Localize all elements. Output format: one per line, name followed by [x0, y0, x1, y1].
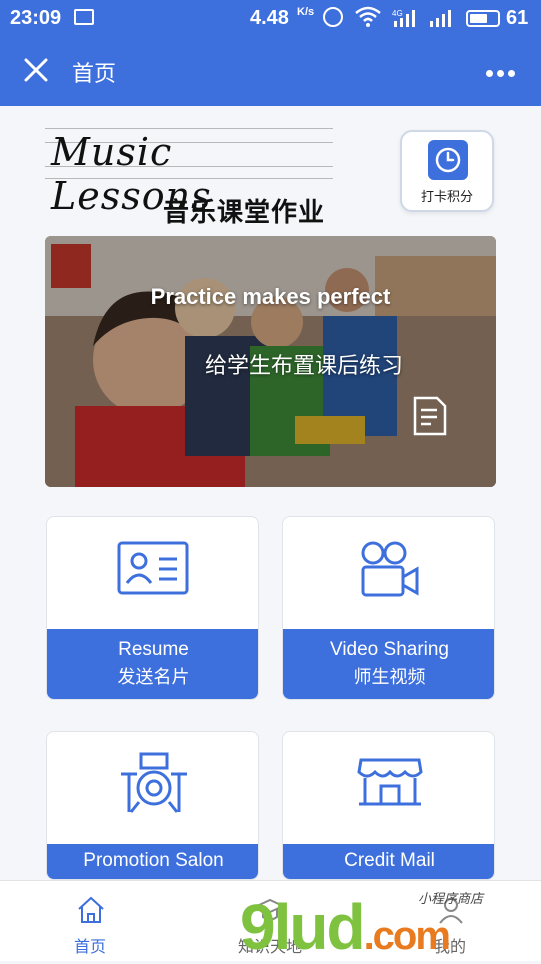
video-sharing-card[interactable]: Video Sharing 师生视频: [282, 516, 495, 700]
tab-home-label: 首页: [73, 937, 106, 956]
hero-banner[interactable]: Practice makes perfect 给学生布置课后练习: [45, 236, 496, 487]
battery-icon: [466, 10, 500, 27]
nav-bar: 首页: [0, 36, 541, 106]
banner-headline: Practice makes perfect: [150, 284, 391, 309]
video-sharing-card-label: Video Sharing 师生视频: [283, 629, 494, 699]
signal-4g-icon: 4G: [392, 9, 415, 27]
svg-text:4G: 4G: [392, 9, 403, 18]
document-icon: [413, 396, 447, 436]
status-time: 23:09: [10, 7, 62, 29]
wifi-icon: [355, 6, 381, 27]
watermark-subtitle: 小程序商店: [418, 892, 484, 907]
alarm-icon: [323, 7, 343, 27]
credit-mail-card[interactable]: Credit Mail: [282, 731, 495, 880]
banner-subtitle: 给学生布置课后练习: [205, 354, 404, 379]
checkin-points-button[interactable]: 打卡积分: [400, 130, 494, 212]
more-menu-icon[interactable]: [486, 62, 522, 78]
resume-card-label: Resume 发送名片: [47, 629, 258, 699]
page-title: 首页: [72, 62, 117, 87]
resume-card[interactable]: Resume 发送名片: [46, 516, 259, 700]
store-icon: [357, 758, 423, 806]
close-icon[interactable]: [22, 56, 50, 84]
signal-icon: [430, 10, 451, 27]
credit-mail-card-label: Credit Mail: [283, 844, 494, 879]
promotion-salon-card[interactable]: Promotion Salon: [46, 731, 259, 880]
checkin-label: 打卡积分: [420, 190, 473, 205]
logo-chinese-title: 音乐课堂作业: [163, 198, 326, 228]
clock-icon: [428, 140, 468, 180]
video-camera-icon: [361, 541, 419, 597]
logo: Music Lessons 音乐课堂作业: [45, 128, 335, 228]
battery-percent: 61: [506, 7, 529, 29]
network-speed: 4.48: [250, 7, 289, 29]
drum-kit-icon: [121, 752, 187, 813]
network-speed-unit: K/s: [297, 6, 315, 18]
status-bar: 23:09 4.48 K/s 4G 61: [0, 0, 541, 36]
home-icon: [78, 896, 104, 923]
image-notification-icon: [74, 9, 94, 25]
id-card-icon: [117, 541, 189, 595]
tab-home[interactable]: 首页: [30, 881, 150, 961]
promotion-salon-card-label: Promotion Salon: [47, 844, 258, 879]
